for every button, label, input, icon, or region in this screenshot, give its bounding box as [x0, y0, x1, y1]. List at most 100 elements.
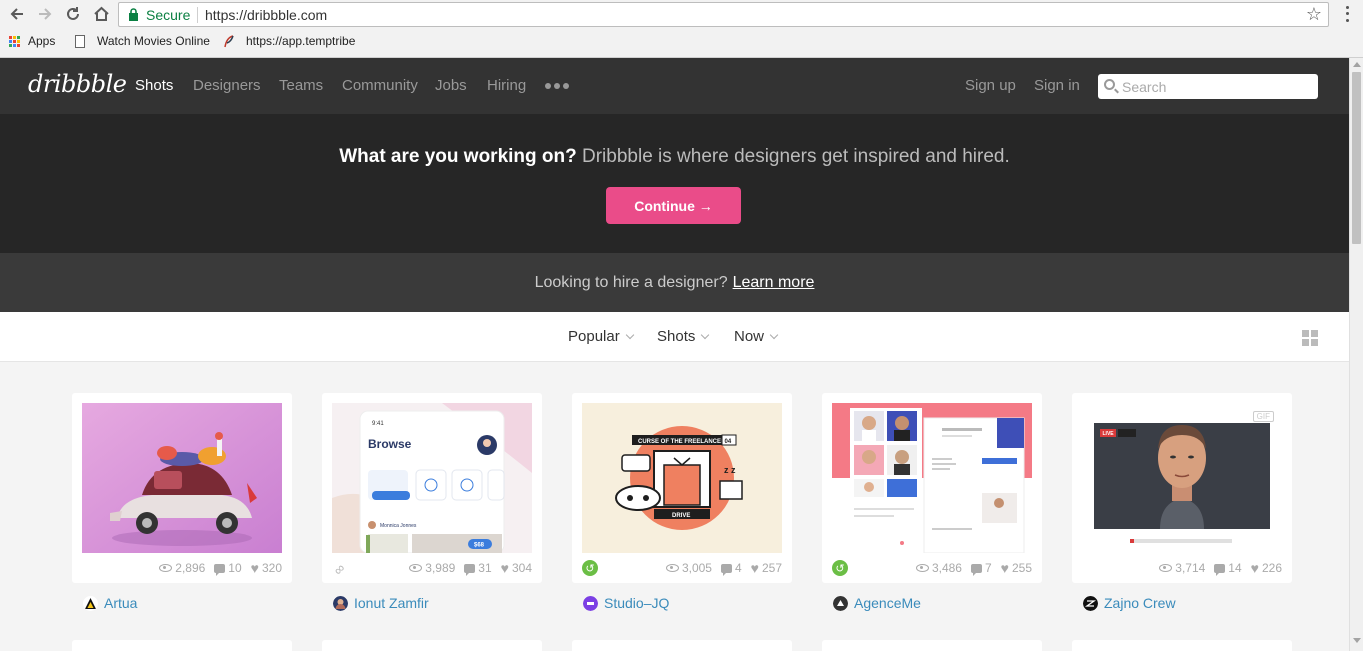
nav-teams[interactable]: Teams	[279, 77, 323, 94]
scroll-down-arrow-icon[interactable]	[1353, 638, 1361, 643]
page-icon	[75, 34, 85, 48]
bookmark-star-icon[interactable]: ☆	[1306, 4, 1322, 25]
shot-card[interactable]: CURSE OF THE FREELANCER 04 z z DRIVE ↺ 3…	[572, 393, 792, 583]
reload-icon[interactable]	[62, 3, 84, 25]
bookmark-watch-movies[interactable]: Watch Movies Online	[75, 34, 210, 48]
likes-count[interactable]: ♥ 304	[501, 561, 532, 575]
shot-card[interactable]	[1072, 640, 1292, 651]
avatar[interactable]	[583, 595, 598, 611]
heart-icon[interactable]: ♥	[1251, 561, 1259, 575]
filter-bar: Popular Shots Now	[0, 312, 1349, 362]
shot-author[interactable]: AgenceMe	[833, 595, 921, 611]
shot-thumbnail[interactable]	[82, 403, 282, 553]
chevron-down-icon	[701, 330, 710, 339]
comments-count: 4	[720, 561, 742, 576]
shot-stats: 3,486 7 ♥ 255	[915, 561, 1032, 576]
author-name[interactable]: Zajno Crew	[1104, 595, 1176, 611]
comments-count: 14	[1214, 561, 1242, 576]
nav-jobs[interactable]: Jobs	[435, 77, 467, 94]
likes-value: 257	[761, 561, 782, 575]
scroll-up-arrow-icon[interactable]	[1353, 62, 1361, 67]
comments-value: 31	[478, 561, 492, 575]
scrollbar-thumb[interactable]	[1352, 72, 1361, 244]
likes-count[interactable]: ♥ 226	[1251, 561, 1282, 575]
heart-icon[interactable]: ♥	[501, 561, 509, 575]
author-name[interactable]: Artua	[104, 595, 137, 611]
feather-icon	[224, 34, 234, 47]
page-scrollbar[interactable]	[1349, 58, 1363, 651]
sort-dropdown[interactable]: Popular	[568, 328, 634, 345]
avatar[interactable]	[83, 595, 98, 611]
shot-card[interactable]: ↺ 3,486 7 ♥ 255	[822, 393, 1042, 583]
shot-card[interactable]: 2,896 10 ♥ 320	[72, 393, 292, 583]
type-dropdown[interactable]: Shots	[657, 328, 710, 345]
back-arrow-icon[interactable]	[6, 3, 28, 25]
address-bar[interactable]: Secure https://dribbble.com ☆	[118, 2, 1329, 27]
shot-card[interactable]: LIVE GIF 3,714 14 ♥ 226	[1072, 393, 1292, 583]
likes-count[interactable]: ♥ 255	[1001, 561, 1032, 575]
author-name[interactable]: AgenceMe	[854, 595, 921, 611]
avatar[interactable]	[833, 595, 848, 611]
comment-icon	[720, 563, 732, 576]
search-input[interactable]	[1122, 77, 1312, 96]
grid-view-icon[interactable]	[1302, 330, 1318, 346]
more-menu-icon[interactable]	[545, 83, 569, 89]
nav-hiring[interactable]: Hiring	[487, 77, 526, 94]
likes-value: 226	[1261, 561, 1282, 575]
shot-card[interactable]: 9:41 Browse Monnica Jonnes $68 ∞ 3,989 3…	[322, 393, 542, 583]
nav-community[interactable]: Community	[342, 77, 418, 94]
comment-icon	[1214, 563, 1226, 576]
heart-icon[interactable]: ♥	[1001, 561, 1009, 575]
views-count: 2,896	[159, 561, 205, 575]
shot-stats: 2,896 10 ♥ 320	[159, 561, 282, 576]
avatar[interactable]	[1083, 595, 1098, 611]
continue-button[interactable]: Continue →	[606, 187, 741, 224]
likes-value: 320	[261, 561, 282, 575]
search-box[interactable]	[1098, 74, 1318, 99]
eye-icon	[915, 564, 929, 572]
sign-in-link[interactable]: Sign in	[1034, 77, 1080, 94]
forward-arrow-icon[interactable]	[34, 3, 56, 25]
bookmark-temptribe[interactable]: https://app.temptribe	[224, 34, 360, 48]
chrome-menu-icon[interactable]	[1340, 4, 1354, 24]
shot-card[interactable]	[572, 640, 792, 651]
shot-thumbnail[interactable]	[832, 403, 1032, 553]
shot-card[interactable]	[72, 640, 292, 651]
chevron-down-icon	[625, 330, 634, 339]
views-count: 3,005	[665, 561, 712, 575]
heart-icon[interactable]: ♥	[751, 561, 759, 575]
shot-author[interactable]: Studio–JQ	[583, 595, 669, 611]
author-name[interactable]: Studio–JQ	[604, 595, 669, 611]
shot-thumbnail[interactable]: 9:41 Browse Monnica Jonnes $68	[332, 403, 532, 553]
views-count: 3,486	[915, 561, 962, 575]
learn-more-link[interactable]: Learn more	[733, 274, 815, 291]
nav-shots[interactable]: Shots	[135, 77, 173, 94]
eye-icon	[159, 564, 173, 572]
nav-designers[interactable]: Designers	[193, 77, 261, 94]
type-label: Shots	[657, 328, 696, 345]
browse-title: Browse	[368, 437, 412, 451]
dribbble-logo[interactable]: dribbble	[28, 70, 127, 98]
heart-icon[interactable]: ♥	[251, 561, 259, 575]
shot-card[interactable]	[822, 640, 1042, 651]
likes-count[interactable]: ♥ 257	[751, 561, 782, 575]
shot-card[interactable]	[322, 640, 542, 651]
likes-count[interactable]: ♥ 320	[251, 561, 282, 575]
views-value: 3,989	[425, 561, 456, 575]
shot-author[interactable]: Zajno Crew	[1083, 595, 1176, 611]
shot-thumbnail[interactable]: CURSE OF THE FREELANCER 04 z z DRIVE	[582, 403, 782, 553]
home-icon[interactable]	[90, 3, 112, 25]
bookmark-apps[interactable]: Apps	[9, 34, 55, 48]
shot-thumbnail[interactable]: LIVE GIF	[1082, 403, 1282, 553]
hire-banner: Looking to hire a designer? Learn more	[0, 253, 1349, 312]
sign-up-link[interactable]: Sign up	[965, 77, 1016, 94]
time-dropdown[interactable]: Now	[734, 328, 779, 345]
bookmark-label: Watch Movies Online	[97, 34, 210, 48]
comments-count: 31	[464, 561, 492, 576]
shot-author[interactable]: Ionut Zamfir	[333, 595, 429, 611]
avatar[interactable]	[333, 595, 348, 611]
url-text[interactable]: https://dribbble.com	[205, 7, 327, 23]
shot-author[interactable]: Artua	[83, 595, 137, 611]
author-name[interactable]: Ionut Zamfir	[354, 595, 429, 611]
rebound-icon: ↺	[582, 560, 598, 576]
